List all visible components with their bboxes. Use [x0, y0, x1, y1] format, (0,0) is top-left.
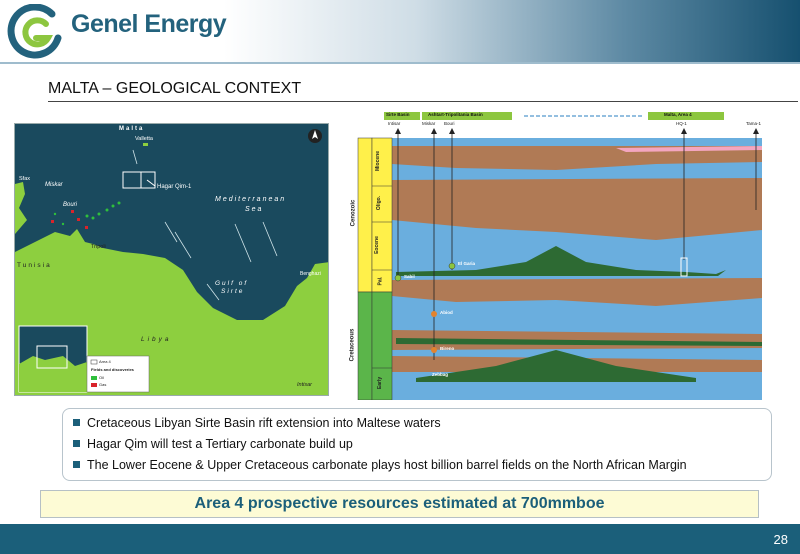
legend-oil-label: Oil [99, 375, 104, 380]
regional-map: Malta Valletta Hagar Qim-1 Sfax Miskar B… [14, 123, 329, 396]
page-number: 28 [773, 532, 788, 547]
field-label-zebbag: Zebbag [432, 372, 449, 377]
map-label-sea: Sea [245, 206, 264, 213]
legend-area4-label: Area 4 [99, 359, 111, 364]
map-label-valletta: Valletta [135, 136, 153, 142]
field-label-el-garia: El Garia [458, 261, 476, 266]
map-label-mediterranean: Mediterranean [215, 196, 287, 203]
legend-gas-swatch [91, 383, 97, 387]
bullet-text: The Lower Eocene & Upper Cretaceous carb… [87, 458, 687, 472]
well-label-hq1: HQ-1 [676, 121, 687, 126]
bullet-square-icon [73, 419, 80, 426]
slide-title: MALTA – GEOLOGICAL CONTEXT [48, 80, 302, 97]
map-label-tripoli: Tripoli [91, 244, 106, 250]
map-label-malta: Malta [119, 126, 145, 132]
era-label-cenozoic: Cenozoic [350, 199, 357, 227]
map-label-intisar: Intisar [297, 382, 312, 388]
well-label-tama1: Tama-1 [746, 121, 762, 126]
field-label-bireno: Bireno [440, 346, 455, 351]
bullet-item: Hagar Qim will test a Tertiary carbonate… [73, 437, 353, 451]
geological-cross-section: Sirte Basin Ashtart-Tripolitania Basin M… [349, 110, 766, 401]
map-label-libya: Libya [141, 336, 172, 343]
header-divider [0, 62, 800, 64]
map-label-sfax: Sfax [19, 176, 31, 182]
bullet-text: Cretaceous Libyan Sirte Basin rift exten… [87, 416, 441, 430]
map-label-benghazi: Benghazi [300, 271, 321, 277]
well-label-bouri: Bouri [444, 121, 455, 126]
map-label-tunisia: Tunisia [17, 262, 52, 269]
map-label-sirte: Sirte [221, 288, 245, 295]
map-label-miskar: Miskar [45, 182, 63, 188]
basin-label-sirte: Sirte Basin [386, 112, 410, 117]
footer-bar: 28 [0, 524, 800, 554]
bullet-item: The Lower Eocene & Upper Cretaceous carb… [73, 458, 687, 472]
bullet-text: Hagar Qim will test a Tertiary carbonate… [87, 437, 353, 451]
epoch-label-miocene: Miocene [375, 150, 382, 172]
well-label-intisar: Intisar [388, 121, 401, 126]
field-label-sabil: Sabil [404, 274, 415, 279]
genel-logo-icon [7, 4, 62, 59]
bullet-square-icon [73, 440, 80, 447]
era-label-cretaceous: Cretaceous [349, 328, 356, 362]
key-points-box: Cretaceous Libyan Sirte Basin rift exten… [62, 408, 772, 481]
basin-label-malta: Malta, Area 4 [664, 112, 692, 117]
resource-callout: Area 4 prospective resources estimated a… [40, 490, 759, 518]
map-label-gulf-of: Gulf of [215, 280, 249, 287]
bullet-item: Cretaceous Libyan Sirte Basin rift exten… [73, 416, 441, 430]
epoch-label-early: Early [377, 376, 384, 390]
epoch-label-oligo: Oligo. [376, 195, 383, 211]
bullet-square-icon [73, 461, 80, 468]
legend-gas-label: Gas [99, 382, 107, 387]
cross-section-graphic [357, 112, 762, 401]
legend-oil-swatch [91, 376, 97, 380]
map-label-hagar-qim: Hagar Qim-1 [157, 184, 192, 190]
epoch-label-eocene: Eocene [373, 236, 380, 254]
map-graphic [15, 124, 328, 395]
well-label-miskar: Miskar [422, 121, 436, 126]
map-label-bouri: Bouri [63, 202, 78, 208]
epoch-label-pal: Pal. [377, 276, 384, 286]
title-underline [48, 101, 798, 102]
company-name: Genel Energy [71, 10, 227, 38]
field-label-abiod: Abiod [440, 310, 453, 315]
malta-island [143, 143, 148, 146]
basin-label-ashtart: Ashtart-Tripolitania Basin [428, 112, 483, 117]
legend-fields-title: Fields and discoveries [91, 367, 134, 372]
